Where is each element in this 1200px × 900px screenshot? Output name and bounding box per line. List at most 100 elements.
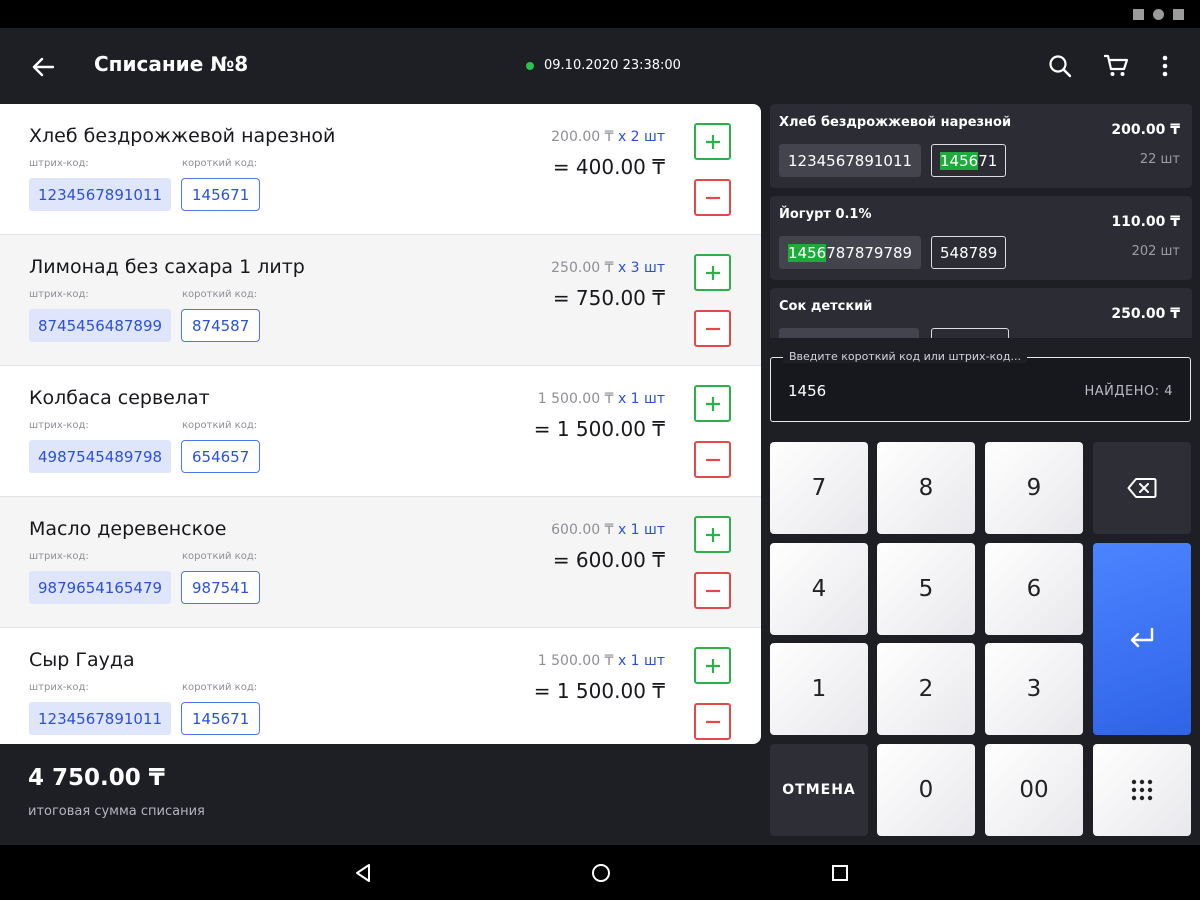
item-quantity: x 3 шт xyxy=(617,260,665,276)
plus-icon xyxy=(705,265,720,280)
unit-price: 250.00 ₸ xyxy=(551,260,614,276)
grid-dots-icon xyxy=(1131,779,1153,801)
nav-home-button[interactable] xyxy=(588,860,614,886)
key-6[interactable]: 6 xyxy=(985,543,1083,635)
keypad-toggle-key[interactable] xyxy=(1093,744,1191,836)
list-item: Сыр Гауда штрих-код: короткий код: 12345… xyxy=(0,628,761,744)
plus-icon xyxy=(705,658,720,673)
enter-key[interactable] xyxy=(1093,543,1191,735)
barcode-chip: 8745456487899 xyxy=(29,309,172,342)
decrease-quantity-button[interactable] xyxy=(694,310,731,347)
result-name: Йогурт 0.1% xyxy=(779,207,872,222)
plus-icon xyxy=(705,396,720,411)
barcode-chip: 4987545489798 xyxy=(29,440,172,473)
search-input-value: 1456 xyxy=(788,382,827,400)
search-result-item[interactable]: Сок детский 250.00 ₸ xyxy=(770,288,1192,338)
cart-button[interactable] xyxy=(1101,51,1131,81)
barcode-rest: 1234567891011 xyxy=(788,151,913,170)
nav-recents-icon xyxy=(832,865,848,881)
key-2[interactable]: 2 xyxy=(877,643,975,735)
item-total: = 1 500.00 ₸ xyxy=(533,679,665,703)
result-barcode xyxy=(779,328,919,338)
increase-quantity-button[interactable] xyxy=(694,647,731,684)
short-code-label: короткий код: xyxy=(182,682,258,693)
plus-icon xyxy=(705,134,720,149)
decrease-quantity-button[interactable] xyxy=(694,179,731,216)
item-name: Хлеб бездрожжевой нарезной xyxy=(29,125,336,147)
minus-icon xyxy=(705,720,720,723)
key-4[interactable]: 4 xyxy=(770,543,868,635)
short-code-label: короткий код: xyxy=(182,551,258,562)
short-code-match: 1456 xyxy=(940,151,979,170)
item-quantity: x 2 шт xyxy=(617,129,665,145)
item-price: 250.00 ₸ x 3 шт xyxy=(551,260,665,276)
item-quantity: x 1 шт xyxy=(617,522,665,538)
item-price: 1 500.00 ₸ x 1 шт xyxy=(538,653,665,669)
item-total: = 400.00 ₸ xyxy=(552,155,665,179)
nav-recents-button[interactable] xyxy=(827,860,853,886)
item-price: 200.00 ₸ x 2 шт xyxy=(551,129,665,145)
item-name: Сыр Гауда xyxy=(29,649,135,671)
key-8[interactable]: 8 xyxy=(877,442,975,534)
key-0[interactable]: 0 xyxy=(877,744,975,836)
barcode-match: 1456 xyxy=(788,243,827,262)
system-status-bar xyxy=(0,0,1200,28)
decrease-quantity-button[interactable] xyxy=(694,572,731,609)
increase-quantity-button[interactable] xyxy=(694,123,731,160)
minus-icon xyxy=(705,458,720,461)
barcode-rest: 787879789 xyxy=(826,243,913,262)
back-button[interactable] xyxy=(28,52,58,82)
writeoff-total-label: итоговая сумма списания xyxy=(28,804,205,819)
short-code-rest: 548789 xyxy=(940,243,998,262)
key-00[interactable]: 00 xyxy=(985,744,1083,836)
code-search-input[interactable]: Введите короткий код или штрих-код... 14… xyxy=(770,350,1191,422)
key-5[interactable]: 5 xyxy=(877,543,975,635)
barcode-label: штрих-код: xyxy=(29,420,89,431)
key-3[interactable]: 3 xyxy=(985,643,1083,735)
short-code-chip: 145671 xyxy=(181,702,261,735)
decrease-quantity-button[interactable] xyxy=(694,703,731,740)
search-button[interactable] xyxy=(1045,51,1075,81)
enter-icon xyxy=(1130,627,1154,648)
datetime: 09.10.2020 23:38:00 xyxy=(544,58,681,73)
increase-quantity-button[interactable] xyxy=(694,385,731,422)
search-result-item[interactable]: Йогурт 0.1% 110.00 ₸ 202 шт 1456 78787978… xyxy=(770,196,1192,280)
nav-back-button[interactable] xyxy=(350,860,376,886)
increase-quantity-button[interactable] xyxy=(694,254,731,291)
item-quantity: x 1 шт xyxy=(617,653,665,669)
more-menu-button[interactable] xyxy=(1150,51,1180,81)
result-name: Сок детский xyxy=(779,299,873,314)
short-code-chip: 874587 xyxy=(181,309,261,342)
unit-price: 200.00 ₸ xyxy=(551,129,614,145)
search-results-list: Хлеб бездрожжевой нарезной 200.00 ₸ 22 ш… xyxy=(770,104,1192,338)
minus-icon xyxy=(705,589,720,592)
result-short-code: 548789 xyxy=(931,236,1007,269)
signal-icon xyxy=(1133,9,1144,20)
app-header: Списание №8 09.10.2020 23:38:00 xyxy=(0,28,1200,104)
cancel-key[interactable]: ОТМЕНА xyxy=(770,744,868,836)
increase-quantity-button[interactable] xyxy=(694,516,731,553)
decrease-quantity-button[interactable] xyxy=(694,441,731,478)
barcode-label: штрих-код: xyxy=(29,158,89,169)
list-item: Хлеб бездрожжевой нарезной штрих-код: ко… xyxy=(0,104,761,235)
barcode-label: штрих-код: xyxy=(29,551,89,562)
result-price: 250.00 ₸ xyxy=(1111,306,1180,322)
short-code-label: короткий код: xyxy=(182,289,258,300)
nav-home-icon xyxy=(592,864,610,882)
status-circle-icon xyxy=(1153,9,1164,20)
key-9[interactable]: 9 xyxy=(985,442,1083,534)
short-code-rest: 71 xyxy=(978,151,998,170)
key-7[interactable]: 7 xyxy=(770,442,868,534)
minus-icon xyxy=(705,327,720,330)
short-code-chip: 987541 xyxy=(181,571,261,604)
short-code-label: короткий код: xyxy=(182,158,258,169)
backspace-key[interactable] xyxy=(1093,442,1191,534)
app-root: Списание №8 09.10.2020 23:38:00 Хлеб без… xyxy=(0,0,1200,900)
item-quantity: x 1 шт xyxy=(617,391,665,407)
key-1[interactable]: 1 xyxy=(770,643,868,735)
result-stock: 202 шт xyxy=(1131,244,1180,259)
search-result-item[interactable]: Хлеб бездрожжевой нарезной 200.00 ₸ 22 ш… xyxy=(770,104,1192,188)
item-name: Масло деревенское xyxy=(29,518,227,540)
cart-icon xyxy=(1104,54,1129,76)
system-navigation-bar xyxy=(0,845,1200,900)
